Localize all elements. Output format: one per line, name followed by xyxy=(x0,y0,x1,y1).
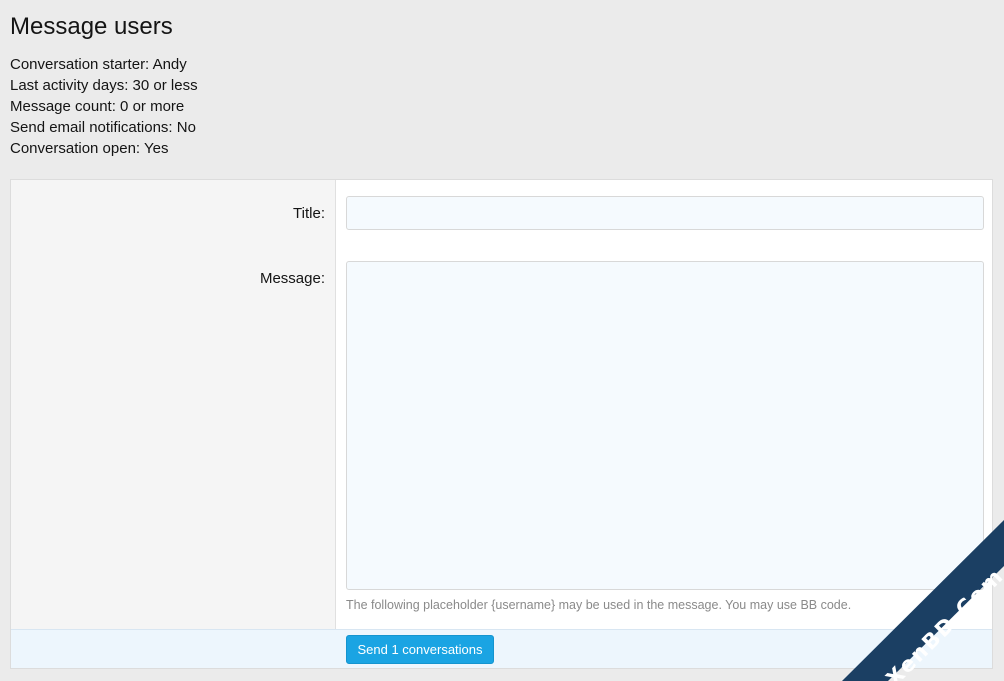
criteria-conversation-open: Conversation open: Yes xyxy=(10,140,169,157)
criteria-list: Conversation starter: Andy Last activity… xyxy=(10,54,198,159)
title-label: Title: xyxy=(293,205,325,222)
message-textarea[interactable] xyxy=(346,261,984,590)
criteria-conversation-starter: Conversation starter: Andy xyxy=(10,56,187,73)
message-form: Title: Message: The following placeholde… xyxy=(10,179,993,669)
message-label: Message: xyxy=(259,270,325,287)
criteria-email-notifications: Send email notifications: No xyxy=(10,119,196,136)
page-title: Message users xyxy=(10,13,173,40)
label-column: Title: Message: xyxy=(11,180,336,629)
criteria-message-count: Message count: 0 or more xyxy=(10,98,185,115)
form-submit-row: Send 1 conversations xyxy=(11,629,992,668)
title-input[interactable] xyxy=(346,196,984,230)
criteria-last-activity-days: Last activity days: 30 or less xyxy=(10,77,198,94)
send-conversations-button[interactable]: Send 1 conversations xyxy=(346,635,494,664)
placeholder-hint: The following placeholder {username} may… xyxy=(346,598,852,612)
